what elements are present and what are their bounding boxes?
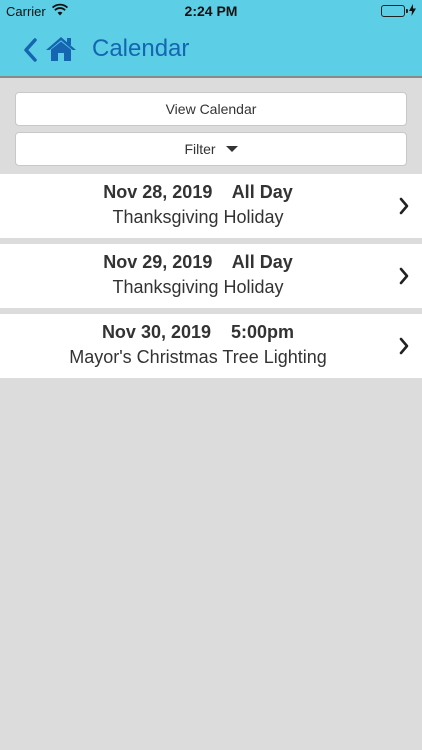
- chevron-left-icon: [24, 38, 37, 62]
- event-datetime: Nov 28, 2019 All Day: [0, 182, 396, 203]
- event-title: Thanksgiving Holiday: [112, 207, 284, 227]
- status-time: 2:24 PM: [184, 3, 238, 19]
- event-item[interactable]: Nov 29, 2019 All Day Thanksgiving Holida…: [0, 244, 422, 308]
- event-item[interactable]: Nov 30, 2019 5:00pm Mayor's Christmas Tr…: [0, 314, 422, 378]
- event-item[interactable]: Nov 28, 2019 All Day Thanksgiving Holida…: [0, 174, 422, 238]
- event-date: Nov 29, 2019: [103, 252, 213, 272]
- home-icon: [46, 37, 76, 61]
- view-calendar-button[interactable]: View Calendar: [15, 92, 407, 126]
- status-bar: Carrier 2:24 PM: [0, 0, 422, 22]
- nav-bar: Calendar: [0, 22, 422, 76]
- app-header: Carrier 2:24 PM Calendar: [0, 0, 422, 78]
- home-button[interactable]: [45, 35, 77, 63]
- page-title: Calendar: [92, 35, 190, 62]
- view-calendar-label: View Calendar: [165, 101, 257, 117]
- charging-icon: [409, 4, 416, 19]
- chevron-right-icon: [399, 337, 409, 355]
- event-date: Nov 28, 2019: [103, 182, 213, 202]
- event-date: Nov 30, 2019: [101, 322, 212, 342]
- event-time: All Day: [231, 252, 293, 272]
- event-title: Thanksgiving Holiday: [112, 277, 284, 297]
- event-title: Mayor's Christmas Tree Lighting: [69, 347, 327, 367]
- event-datetime: Nov 29, 2019 All Day: [0, 252, 396, 273]
- filter-button[interactable]: Filter: [15, 132, 407, 166]
- event-time: 5:00pm: [231, 322, 295, 342]
- back-button[interactable]: [20, 37, 42, 63]
- caret-down-icon: [225, 146, 238, 153]
- event-datetime: Nov 30, 2019 5:00pm: [0, 322, 396, 343]
- chevron-right-icon: [399, 197, 409, 215]
- battery-icon: [381, 5, 408, 17]
- chevron-right-icon: [399, 267, 409, 285]
- filter-label: Filter: [184, 141, 216, 157]
- event-time: All Day: [231, 182, 293, 202]
